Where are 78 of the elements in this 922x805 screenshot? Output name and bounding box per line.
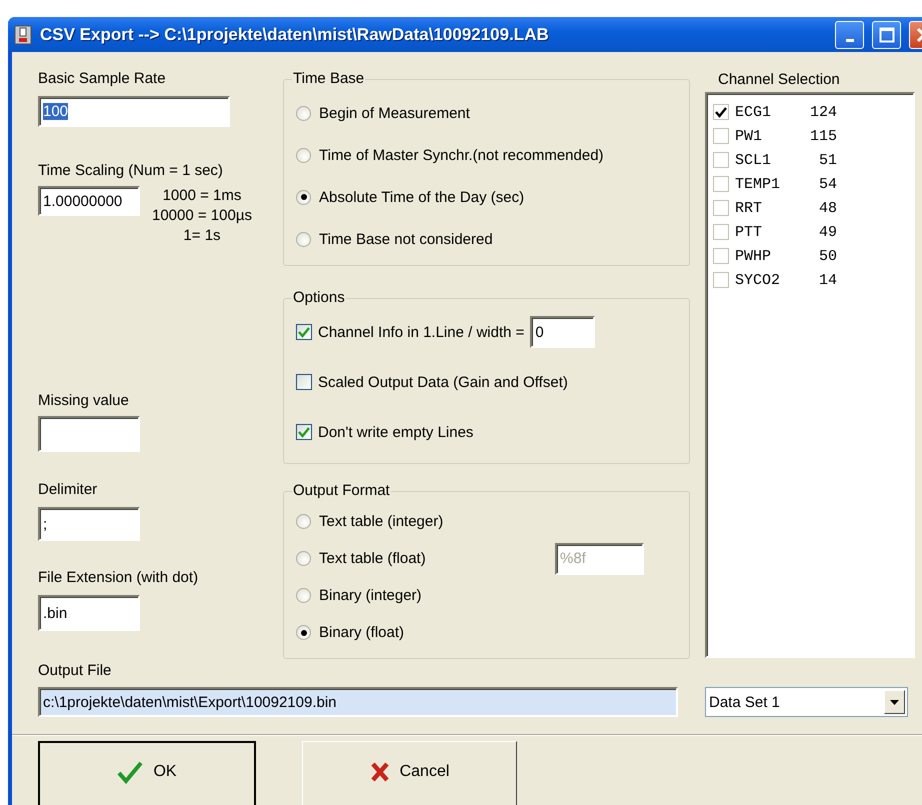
checkbox[interactable] [713,272,729,288]
radio-button[interactable] [296,514,311,529]
radio-label[interactable]: Time of Master Synchr.(not recommended) [319,146,604,164]
scaling-note: 1000 = 1ms [162,186,242,206]
channel-count: 51 [818,152,837,168]
radio-label[interactable]: Binary (float) [319,624,547,641]
radio-label[interactable]: Time Base not considered [319,230,493,248]
missing-value-field[interactable] [38,416,140,452]
ok-button[interactable]: OK [38,741,256,805]
sample-rate-field[interactable]: 100 [38,96,230,127]
checkbox[interactable] [713,176,729,192]
radio-label[interactable]: Text table (float) [319,550,547,567]
radio-label[interactable]: Binary (integer) [319,587,547,604]
channel-name: SYCO2 [735,272,782,288]
cancel-button[interactable]: Cancel [302,741,517,805]
checkbox-label[interactable]: Don't write empty Lines [318,424,474,440]
check-icon [117,760,144,784]
minimize-button[interactable] [835,20,864,48]
maximize-icon [878,26,894,42]
radio-button[interactable] [296,232,311,246]
radio-button[interactable] [296,106,311,120]
field-label: Missing value [38,392,130,410]
checkbox[interactable] [713,224,729,240]
radio-button[interactable] [296,551,311,566]
channel-count: 124 [808,104,837,120]
radio-button[interactable] [296,625,311,640]
field-label: Output File [38,662,112,680]
channel-count: 50 [818,248,837,264]
cross-icon [370,761,390,783]
data-set-dropdown[interactable]: Data Set 1 [705,687,908,717]
checkbox[interactable] [713,104,729,120]
radio-label[interactable]: Begin of Measurement [319,104,470,122]
radio-label[interactable]: Text table (integer) [319,513,547,530]
width-field[interactable]: 0 [530,316,596,348]
checkbox[interactable] [713,152,729,168]
file-extension-field[interactable]: .bin [38,595,140,631]
channel-name: ECG1 [735,104,772,120]
channel-count: 48 [818,200,837,216]
channel-count: 14 [818,272,837,288]
channel-name: TEMP1 [735,176,782,192]
maximize-button[interactable] [872,20,901,48]
checkbox[interactable] [296,374,312,390]
group-title: Time Base [292,70,366,88]
scaling-note: 1= 1s [183,226,221,246]
checkbox[interactable] [296,424,312,440]
channel-name: PTT [735,224,764,240]
checkbox[interactable] [296,324,312,340]
minimize-icon [846,39,854,42]
channel-count: 49 [818,224,837,240]
radio-button[interactable] [296,190,311,204]
app-icon [14,24,32,44]
checkbox[interactable] [713,200,729,216]
checkbox[interactable] [713,248,729,264]
time-scaling-field[interactable]: 1.00000000 [38,186,140,216]
field-label: Delimiter [38,481,98,499]
channel-name: SCL1 [735,152,772,168]
radio-button[interactable] [296,588,311,603]
channel-name: RRT [735,200,764,216]
group-title: Options [292,289,346,307]
output-file-field[interactable]: c:\1projekte\daten\mist\Export\10092109.bin [38,687,678,717]
list-title: Channel Selection [718,71,841,89]
field-label: Basic Sample Rate [38,70,167,88]
field-label: Time Scaling (Num = 1 sec) [38,162,224,180]
channel-name: PW1 [735,128,764,144]
channel-name: PWHP [735,248,772,264]
caret-icon [890,700,899,704]
channel-count: 115 [808,128,837,144]
delimiter-field[interactable]: ; [38,507,140,541]
channel-count: 54 [818,176,837,192]
checkbox[interactable] [713,128,729,144]
radio-button[interactable] [296,148,311,162]
checkbox-label[interactable]: Channel Info in 1.Line / width = [318,324,524,340]
checkbox-label[interactable]: Scaled Output Data (Gain and Offset) [318,374,568,390]
scaling-note: 10000 = 100µs [152,206,252,226]
window-title: CSV Export --> C:\1projekte\daten\mist\RawData\10092109.LAB [40,24,550,44]
field-label: File Extension (with dot) [38,569,200,587]
group-title: Output Format [292,482,391,500]
radio-label[interactable]: Absolute Time of the Day (sec) [319,188,524,206]
